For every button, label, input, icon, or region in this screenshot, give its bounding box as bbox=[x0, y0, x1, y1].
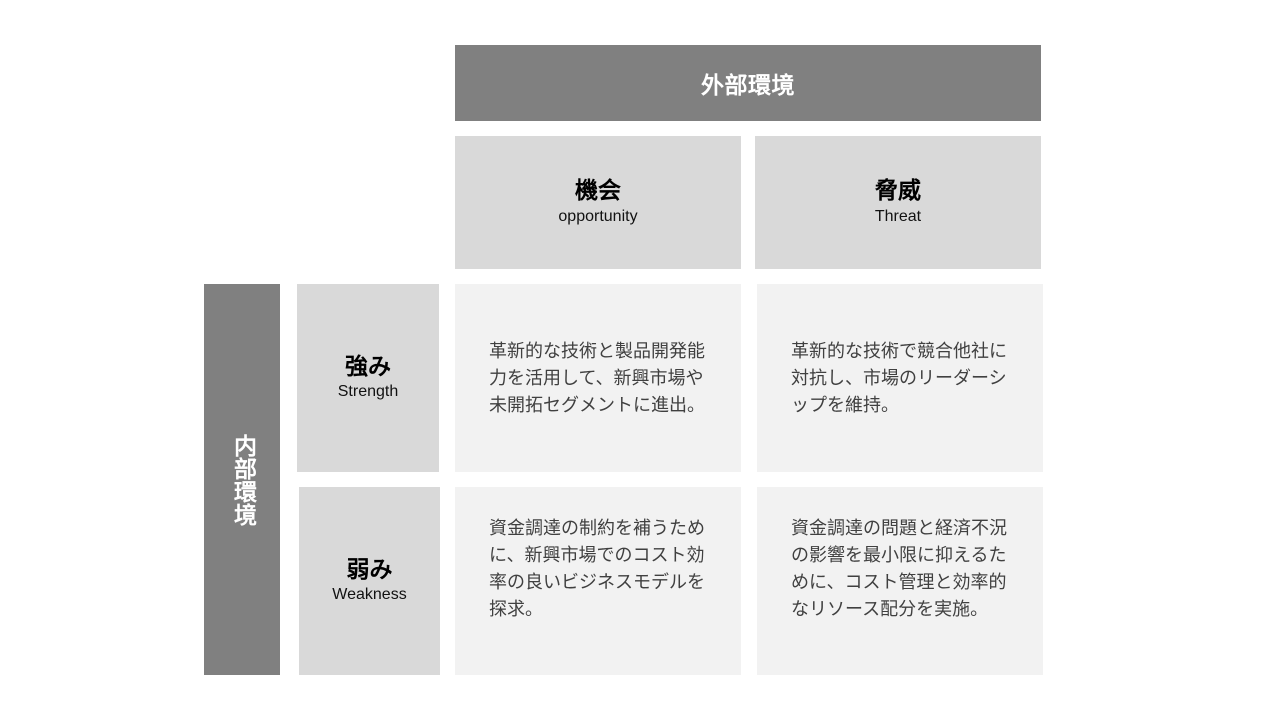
opportunity-title-en: opportunity bbox=[558, 207, 638, 225]
internal-environment-label: 内部環境 bbox=[229, 433, 256, 526]
cell-strength-threat-text: 革新的な技術で競合他社に対抗し、市場のリーダーシップを維持。 bbox=[791, 340, 1007, 416]
strength-title-jp: 強み bbox=[345, 353, 391, 380]
opportunity-header: 機会 opportunity bbox=[455, 136, 741, 269]
cell-strength-opportunity-text: 革新的な技術と製品開発能力を活用して、新興市場や未開拓セグメントに進出。 bbox=[489, 340, 705, 416]
threat-header: 脅威 Threat bbox=[755, 136, 1041, 269]
opportunity-title-jp: 機会 bbox=[575, 178, 621, 205]
cell-strength-opportunity: 革新的な技術と製品開発能力を活用して、新興市場や未開拓セグメントに進出。 bbox=[455, 284, 741, 472]
cell-weakness-opportunity: 資金調達の制約を補うために、新興市場でのコスト効率の良いビジネスモデルを探求。 bbox=[455, 487, 741, 675]
strength-header: 強み Strength bbox=[297, 284, 439, 472]
external-environment-header: 外部環境 bbox=[455, 45, 1041, 121]
cell-weakness-opportunity-text: 資金調達の制約を補うために、新興市場でのコスト効率の良いビジネスモデルを探求。 bbox=[489, 518, 705, 620]
cell-weakness-threat-text: 資金調達の問題と経済不況の影響を最小限に抑えるために、コスト管理と効率的なリソー… bbox=[791, 518, 1007, 620]
weakness-title-jp: 弱み bbox=[346, 556, 393, 583]
cell-strength-threat: 革新的な技術で競合他社に対抗し、市場のリーダーシップを維持。 bbox=[757, 284, 1043, 472]
cell-weakness-threat: 資金調達の問題と経済不況の影響を最小限に抑えるために、コスト管理と効率的なリソー… bbox=[757, 487, 1043, 675]
threat-title-jp: 脅威 bbox=[875, 178, 921, 205]
weakness-title-en: Weakness bbox=[332, 586, 407, 604]
strength-title-en: Strength bbox=[337, 383, 399, 401]
weakness-header: 弱み Weakness bbox=[299, 487, 440, 675]
external-environment-label: 外部環境 bbox=[701, 73, 795, 99]
internal-environment-header: 内部環境 bbox=[204, 284, 280, 675]
threat-title-en: Threat bbox=[874, 207, 922, 225]
